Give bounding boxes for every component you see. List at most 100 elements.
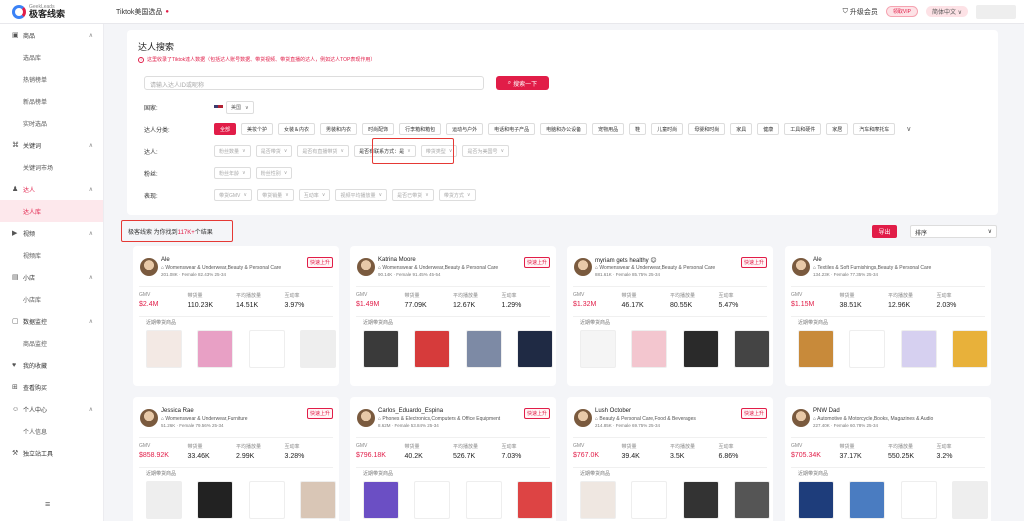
filter-dropdown[interactable]: 视频平均播放量 ∨: [335, 189, 388, 201]
influencer-card[interactable]: Katrina Moore ⌂ Womenswear & Underwear,B…: [350, 246, 556, 386]
sidebar-group-2[interactable]: ♟ 达人 ∧: [0, 178, 103, 200]
filter-dropdown[interactable]: 粉丝性别 ∨: [255, 167, 293, 179]
influencer-card[interactable]: Ale ⌂ Textiles & Soft Furnishings,Beauty…: [785, 246, 991, 386]
product-thumbnail[interactable]: [900, 330, 937, 368]
language-select[interactable]: 简体中文 ∨: [925, 6, 968, 17]
filter-dropdown[interactable]: 是否已带货 ∨: [392, 189, 434, 201]
avatar[interactable]: [792, 409, 810, 427]
category-chip[interactable]: 电话和电子产品: [488, 123, 536, 135]
filter-dropdown[interactable]: 是否有直播带货 ∨: [297, 145, 350, 157]
filter-dropdown[interactable]: 粉丝数量 ∨: [214, 145, 251, 157]
filter-dropdown[interactable]: 是否带货 ∨: [255, 145, 293, 157]
category-chip[interactable]: 宠物用品: [592, 123, 625, 135]
influencer-card[interactable]: myriam gets healthy 😊 ⌂ Womenswear & Und…: [567, 246, 773, 386]
country-select[interactable]: 美国 ∨: [226, 101, 254, 114]
sidebar-item[interactable]: 商品监控: [0, 332, 103, 354]
product-thumbnail[interactable]: [733, 330, 770, 368]
sidebar-group-1[interactable]: ⌘ 关键词 ∧: [0, 134, 103, 156]
product-thumbnail[interactable]: [516, 330, 553, 368]
category-chip[interactable]: 全部: [214, 123, 237, 135]
sidebar-item[interactable]: 达人库: [0, 200, 103, 222]
product-thumbnail[interactable]: [146, 481, 182, 519]
sidebar-item[interactable]: 热销榜单: [0, 68, 103, 90]
product-thumbnail[interactable]: [414, 481, 451, 519]
influencer-name[interactable]: Carlos_Eduardo_Espina: [378, 408, 443, 414]
export-button[interactable]: 导出: [872, 225, 897, 238]
product-thumbnail[interactable]: [197, 481, 234, 519]
avatar[interactable]: [357, 258, 375, 276]
avatar[interactable]: [140, 258, 158, 276]
product-thumbnail[interactable]: [682, 330, 719, 368]
avatar[interactable]: [140, 409, 158, 427]
category-chip[interactable]: 母婴和时尚: [688, 123, 726, 135]
category-chip[interactable]: 运动与户外: [446, 123, 484, 135]
sidebar-item[interactable]: 视频库: [0, 244, 103, 266]
category-chip[interactable]: 行李箱和箱包: [399, 123, 442, 135]
category-chip[interactable]: 时尚配饰: [362, 123, 395, 135]
product-thumbnail[interactable]: [580, 481, 616, 519]
expand-categories-icon[interactable]: ∨: [906, 125, 911, 133]
product-thumbnail[interactable]: [951, 481, 988, 519]
product-thumbnail[interactable]: [363, 481, 399, 519]
page-tab[interactable]: Tiktok美国选品 ●: [116, 7, 169, 17]
product-thumbnail[interactable]: [146, 330, 182, 368]
filter-dropdown[interactable]: 带货GMV ∨: [214, 189, 253, 201]
filter-dropdown[interactable]: 是否为美国号 ∨: [462, 145, 510, 157]
product-thumbnail[interactable]: [363, 330, 399, 368]
influencer-name[interactable]: myriam gets healthy 😊: [595, 257, 657, 264]
claim-vip-button[interactable]: 领取VIP: [885, 6, 918, 17]
sidebar-item[interactable]: 关键词市场: [0, 156, 103, 178]
product-thumbnail[interactable]: [248, 481, 285, 519]
sidebar-group-7[interactable]: ⊞ 查看购买: [0, 376, 103, 398]
product-thumbnail[interactable]: [798, 481, 834, 519]
influencer-name[interactable]: Jessica Rae: [161, 408, 194, 414]
product-thumbnail[interactable]: [299, 481, 336, 519]
sidebar-item[interactable]: 小店库: [0, 288, 103, 310]
influencer-card[interactable]: Ale ⌂ Womenswear & Underwear,Beauty & Pe…: [133, 246, 339, 386]
category-chip[interactable]: 家居: [826, 123, 849, 135]
product-thumbnail[interactable]: [951, 330, 988, 368]
category-chip[interactable]: 家具: [730, 123, 753, 135]
sidebar-item[interactable]: 选品库: [0, 46, 103, 68]
avatar[interactable]: [574, 258, 592, 276]
avatar[interactable]: [792, 258, 810, 276]
influencer-name[interactable]: Lush October: [595, 408, 631, 414]
product-thumbnail[interactable]: [631, 330, 668, 368]
sidebar-group-9[interactable]: ⚒ 独立站工具: [0, 442, 103, 464]
product-thumbnail[interactable]: [197, 330, 234, 368]
influencer-name[interactable]: Ale: [813, 257, 822, 263]
sidebar-item[interactable]: 个人信息: [0, 420, 103, 442]
product-thumbnail[interactable]: [580, 330, 616, 368]
search-input[interactable]: 请输入达人ID或昵称: [144, 76, 484, 90]
filter-dropdown[interactable]: 互动率 ∨: [298, 189, 331, 201]
influencer-card[interactable]: Jessica Rae ⌂ Womenswear & Underwear,Fur…: [133, 397, 339, 521]
product-thumbnail[interactable]: [682, 481, 719, 519]
upgrade-member-link[interactable]: ⛉ 升级会员: [843, 7, 878, 17]
sort-select[interactable]: 排序 ∨: [910, 225, 997, 238]
filter-dropdown[interactable]: 带货销量 ∨: [257, 189, 294, 201]
product-thumbnail[interactable]: [798, 330, 834, 368]
influencer-name[interactable]: PNW Dad: [813, 408, 840, 414]
category-chip[interactable]: 工具和硬件: [784, 123, 822, 135]
sidebar-group-5[interactable]: ▢ 数据监控 ∧: [0, 310, 103, 332]
category-chip[interactable]: 健康: [757, 123, 780, 135]
collapse-menu-icon[interactable]: ≡: [45, 499, 50, 509]
logo[interactable]: GeekLeads 极客线索: [0, 4, 104, 19]
product-thumbnail[interactable]: [849, 481, 886, 519]
influencer-card[interactable]: PNW Dad ⌂ Automotive & Motorcycle,Books,…: [785, 397, 991, 521]
product-thumbnail[interactable]: [516, 481, 553, 519]
avatar[interactable]: [574, 409, 592, 427]
sidebar-group-8[interactable]: ☺ 个人中心 ∧: [0, 398, 103, 420]
sidebar-group-6[interactable]: ♥ 我的收藏: [0, 354, 103, 376]
sidebar-group-0[interactable]: ▣ 商品 ∧: [0, 24, 103, 46]
sidebar-item[interactable]: 实时选品: [0, 112, 103, 134]
product-thumbnail[interactable]: [414, 330, 451, 368]
influencer-name[interactable]: Ale: [161, 257, 170, 263]
product-thumbnail[interactable]: [465, 330, 502, 368]
influencer-name[interactable]: Katrina Moore: [378, 257, 416, 263]
product-thumbnail[interactable]: [733, 481, 770, 519]
category-chip[interactable]: 鞋: [629, 123, 647, 135]
category-chip[interactable]: 男装和内衣: [320, 123, 358, 135]
product-thumbnail[interactable]: [465, 481, 502, 519]
product-thumbnail[interactable]: [248, 330, 285, 368]
